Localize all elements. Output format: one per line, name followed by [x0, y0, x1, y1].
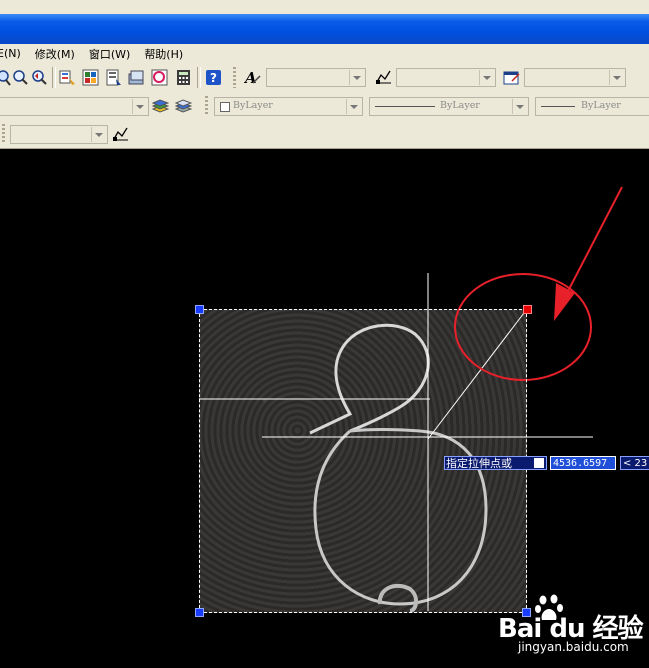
dynamic-input-prompt: 指定拉伸点或: [444, 456, 547, 470]
grip-top-right-hot[interactable]: [523, 305, 532, 314]
grip-top-left[interactable]: [195, 305, 204, 314]
menu-item-partial[interactable]: E(N): [0, 47, 21, 60]
grip-bottom-left[interactable]: [195, 608, 204, 617]
standard-toolbar: ? A: [0, 63, 649, 93]
angle-value: < 23: [623, 458, 648, 469]
toolbar-grip[interactable]: [205, 96, 208, 116]
lineweight-sample: [541, 106, 575, 107]
window-frame-top: [0, 0, 649, 15]
menu-bar: E(N) 修改(M) 窗口(W) 帮助(H): [0, 44, 649, 63]
calculator-icon[interactable]: [175, 69, 192, 86]
zoom-window-icon[interactable]: [0, 69, 11, 86]
dynamic-input-distance[interactable]: 4536.6597: [550, 456, 616, 470]
table-style-icon[interactable]: [503, 69, 520, 86]
toolbar-separator: [197, 67, 201, 88]
menu-item-modify[interactable]: 修改(M): [35, 46, 75, 62]
layers-properties-toolbar: ByLayer ByLayer ByLayer: [0, 92, 649, 121]
table-style-dropdown[interactable]: [524, 68, 626, 87]
linetype-dropdown[interactable]: ByLayer: [369, 97, 529, 116]
baidu-watermark: Bai du 经验 jingyan.baidu.com: [498, 594, 649, 668]
dynamic-input-angle[interactable]: < 23: [620, 456, 649, 470]
toolbar-grip[interactable]: [233, 67, 236, 88]
chevron-down-icon[interactable]: [346, 99, 361, 114]
toolbar-grip[interactable]: [2, 124, 5, 144]
zoom-previous-icon[interactable]: [31, 69, 48, 86]
chevron-down-icon[interactable]: [512, 99, 527, 114]
multileader-style-icon[interactable]: [112, 126, 129, 143]
dimension-style-dropdown[interactable]: [396, 68, 496, 87]
layer-dropdown[interactable]: [0, 97, 149, 116]
chevron-down-icon[interactable]: [609, 70, 624, 85]
menu-item-window[interactable]: 窗口(W): [89, 46, 130, 62]
chevron-down-icon[interactable]: [479, 70, 494, 85]
zoom-realtime-icon[interactable]: [12, 69, 29, 86]
make-object-layer-current-icon[interactable]: [152, 98, 169, 115]
help-icon[interactable]: ?: [205, 69, 222, 86]
title-bar[interactable]: [0, 14, 649, 44]
svg-text:?: ?: [210, 71, 217, 85]
text-style-dropdown[interactable]: [266, 68, 366, 87]
svg-text:A: A: [244, 69, 257, 86]
color-dropdown[interactable]: ByLayer: [214, 97, 363, 116]
chevron-down-icon[interactable]: [91, 127, 106, 142]
lineweight-label: ByLayer: [581, 100, 621, 111]
watermark-url: jingyan.baidu.com: [518, 640, 629, 654]
styles-toolbar: [0, 120, 649, 149]
annotation-arrow-shaft: [565, 186, 623, 296]
tool-palettes-icon[interactable]: [105, 69, 122, 86]
linetype-sample: [375, 106, 435, 107]
chevron-down-icon[interactable]: [349, 70, 364, 85]
down-arrow-icon[interactable]: [534, 458, 544, 468]
properties-icon[interactable]: [59, 69, 76, 86]
layer-previous-icon[interactable]: [175, 98, 192, 115]
design-center-icon[interactable]: [82, 69, 99, 86]
text-style-icon[interactable]: A: [244, 69, 261, 86]
menu-item-help[interactable]: 帮助(H): [144, 46, 183, 62]
prompt-text: 指定拉伸点或: [446, 457, 512, 470]
markup-set-icon[interactable]: [151, 69, 168, 86]
linetype-label: ByLayer: [440, 100, 480, 111]
chevron-down-icon[interactable]: [132, 99, 147, 114]
dimension-style-icon[interactable]: [375, 69, 392, 86]
toolbar-separator: [52, 67, 56, 88]
lineweight-dropdown[interactable]: ByLayer: [535, 97, 649, 116]
color-label: ByLayer: [233, 100, 273, 111]
annotation-arrow-head: [554, 283, 575, 321]
distance-value: 4536.6597: [553, 458, 608, 469]
sheet-set-icon[interactable]: [128, 69, 145, 86]
color-swatch: [220, 102, 230, 112]
multileader-style-dropdown[interactable]: [10, 125, 108, 144]
